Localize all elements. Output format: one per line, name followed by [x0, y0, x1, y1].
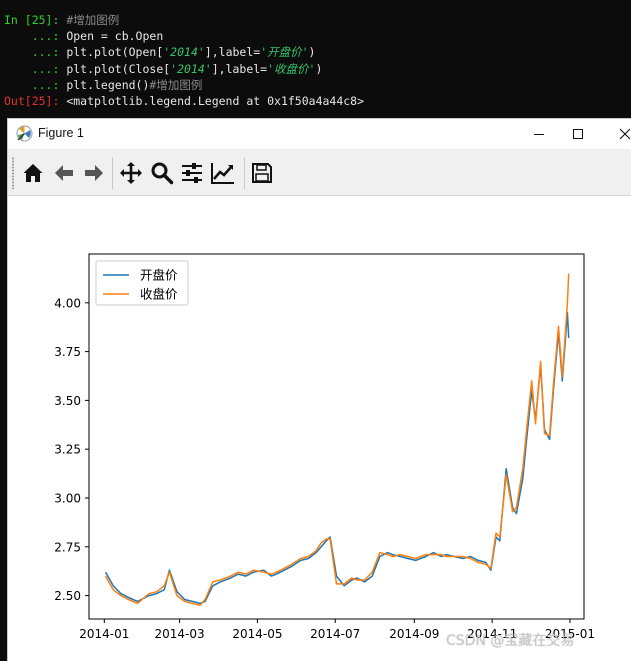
- console-prompt: ...:: [4, 29, 60, 44]
- console-line: ...: Open = cb.Open: [4, 28, 631, 44]
- zoom-icon: [151, 162, 174, 185]
- navigation-toolbar: [8, 149, 631, 196]
- console-prompt: In [25]:: [4, 13, 60, 27]
- code-string: '2014': [163, 45, 205, 60]
- edit-axis-icon: [211, 163, 234, 184]
- code-text: <matplotlib.legend.Legend at 0x1f50a4a44…: [59, 93, 365, 108]
- y-tick-label: 4.00: [54, 296, 81, 310]
- console-prompt: ...:: [4, 45, 60, 60]
- code-text: ): [315, 61, 323, 76]
- zoom-button[interactable]: [149, 160, 175, 186]
- console-line: In [25]: #增加图例: [4, 12, 631, 28]
- home-icon: [23, 164, 43, 182]
- code-string: '2014': [170, 61, 212, 76]
- home-button[interactable]: [20, 160, 46, 186]
- x-tick-label: 2014-03: [155, 627, 205, 641]
- forward-button[interactable]: [81, 160, 107, 186]
- y-tick-label: 3.00: [54, 491, 81, 505]
- code-text: Open = cb.Open: [59, 29, 164, 44]
- save-button[interactable]: [249, 160, 275, 186]
- line-chart: 2.50 2.75 3.00 3.25 3.50 3.75 4.00 2014-01 2014-…: [54, 253, 595, 641]
- code-comment: #增加图例: [149, 77, 203, 92]
- back-arrow-icon: [55, 165, 73, 181]
- code-comment: #增加图例: [66, 13, 120, 27]
- legend-label: 开盘价: [140, 268, 178, 283]
- figure-window: Figure 1 2.50 2.75 3.00 3.25 3.50 3.75 4…: [7, 118, 631, 661]
- forward-arrow-icon: [85, 165, 103, 181]
- x-tick-label: 2014-05: [232, 627, 282, 641]
- code-text: ],label=: [204, 45, 261, 60]
- code-text: plt.legend(): [59, 77, 150, 92]
- edit-axis-button[interactable]: [210, 160, 236, 186]
- back-button[interactable]: [51, 160, 77, 186]
- y-tick-label: 3.75: [54, 345, 81, 359]
- close-button[interactable]: [602, 119, 631, 149]
- maximize-icon: [573, 129, 583, 139]
- toolbar-separator: [244, 157, 245, 189]
- y-tick-label: 3.25: [54, 443, 81, 457]
- watermark: CSDN @宝藏在交易: [446, 633, 575, 649]
- y-tick-label: 3.50: [54, 394, 81, 408]
- window-title: Figure 1: [38, 126, 84, 140]
- code-string: '收盘价': [267, 61, 316, 76]
- code-text: plt.plot(Close[: [59, 61, 171, 76]
- matplotlib-app-icon: [16, 125, 33, 142]
- toolbar-separator: [112, 157, 113, 189]
- console-line: Out[25]: <matplotlib.legend.Legend at 0x…: [4, 93, 631, 109]
- code-text: ): [308, 45, 316, 60]
- toolbar-grip[interactable]: [12, 157, 14, 189]
- close-icon: [619, 128, 631, 140]
- code-text: ],label=: [211, 61, 268, 76]
- y-tick-label: 2.50: [54, 589, 81, 603]
- title-bar[interactable]: Figure 1: [8, 119, 631, 149]
- minimize-icon: [534, 134, 544, 135]
- pan-icon: [120, 162, 142, 184]
- plot-canvas[interactable]: 2.50 2.75 3.00 3.25 3.50 3.75 4.00 2014-01 2014-…: [8, 196, 631, 661]
- console-prompt: ...:: [4, 61, 60, 76]
- axes-frame: [88, 253, 585, 620]
- subplots-config-icon: [182, 163, 202, 183]
- x-tick-label: 2014-01: [79, 627, 129, 641]
- legend-label: 收盘价: [140, 287, 178, 302]
- ipython-console: In [25]: #增加图例 ...: Open = cb.Open ...: …: [0, 0, 631, 120]
- x-tick-label: 2014-09: [389, 627, 439, 641]
- console-prompt: Out[25]:: [4, 93, 60, 108]
- console-line: ...: plt.plot(Open['2014'],label='开盘价'): [4, 44, 631, 60]
- pan-button[interactable]: [118, 160, 144, 186]
- save-icon: [252, 163, 272, 183]
- code-text: plt.plot(Open[: [59, 45, 164, 60]
- x-tick-label: 2014-07: [310, 627, 360, 641]
- code-string: '开盘价': [260, 45, 309, 60]
- y-tick-label: 2.75: [54, 540, 81, 554]
- console-line: ...: plt.plot(Close['2014'],label='收盘价'): [4, 61, 631, 77]
- maximize-button[interactable]: [555, 119, 601, 149]
- subplots-button[interactable]: [179, 160, 205, 186]
- console-line: ...: plt.legend()#增加图例: [4, 77, 631, 93]
- console-prompt: ...:: [4, 77, 60, 92]
